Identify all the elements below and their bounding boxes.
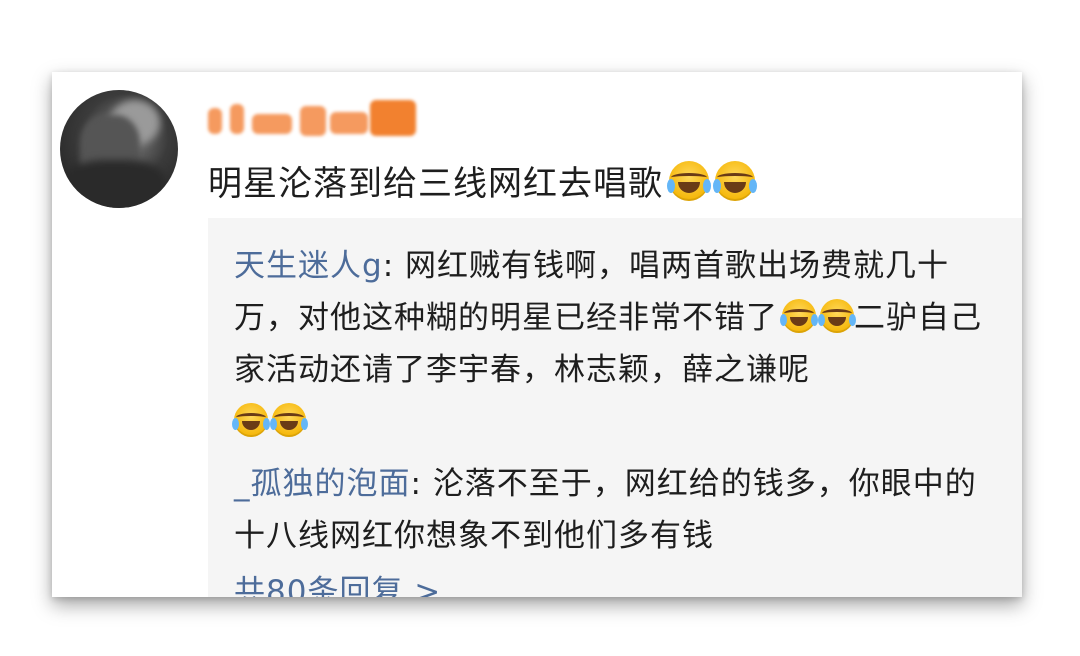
reply-list: 天生迷人g: 网红贼有钱啊，唱两首歌出场费就几十万，对他这种糊的明星已经非常不错… xyxy=(208,218,1022,597)
reply-author[interactable]: _孤独的泡面 xyxy=(234,466,411,502)
crying-laughing-icon xyxy=(232,403,270,437)
comment-card: 明星沦落到给三线网红去唱歌 天生迷人g: 网红贼有钱啊，唱两首歌出场费就几十万，… xyxy=(52,72,1022,597)
reply-item[interactable]: _孤独的泡面: 沦落不至于，网红给的钱多，你眼中的十八线网红你想象不到他们多有钱 xyxy=(234,458,998,562)
username-redacted[interactable] xyxy=(208,100,418,144)
crying-laughing-icon xyxy=(667,161,711,201)
avatar[interactable] xyxy=(60,90,178,208)
reply-separator: : xyxy=(410,466,433,502)
post-body: 明星沦落到给三线网红去唱歌 xyxy=(208,164,663,204)
crying-laughing-icon xyxy=(780,299,818,333)
crying-laughing-icon xyxy=(818,299,856,333)
reply-author[interactable]: 天生迷人g xyxy=(234,248,383,284)
reply-separator: : xyxy=(382,248,405,284)
more-replies-link[interactable]: 共80条回复 > xyxy=(234,566,998,597)
reply-item[interactable]: 天生迷人g: 网红贼有钱啊，唱两首歌出场费就几十万，对他这种糊的明星已经非常不错… xyxy=(232,240,998,448)
crying-laughing-icon xyxy=(270,403,308,437)
post-text: 明星沦落到给三线网红去唱歌 xyxy=(208,156,757,205)
crying-laughing-icon xyxy=(713,161,757,201)
